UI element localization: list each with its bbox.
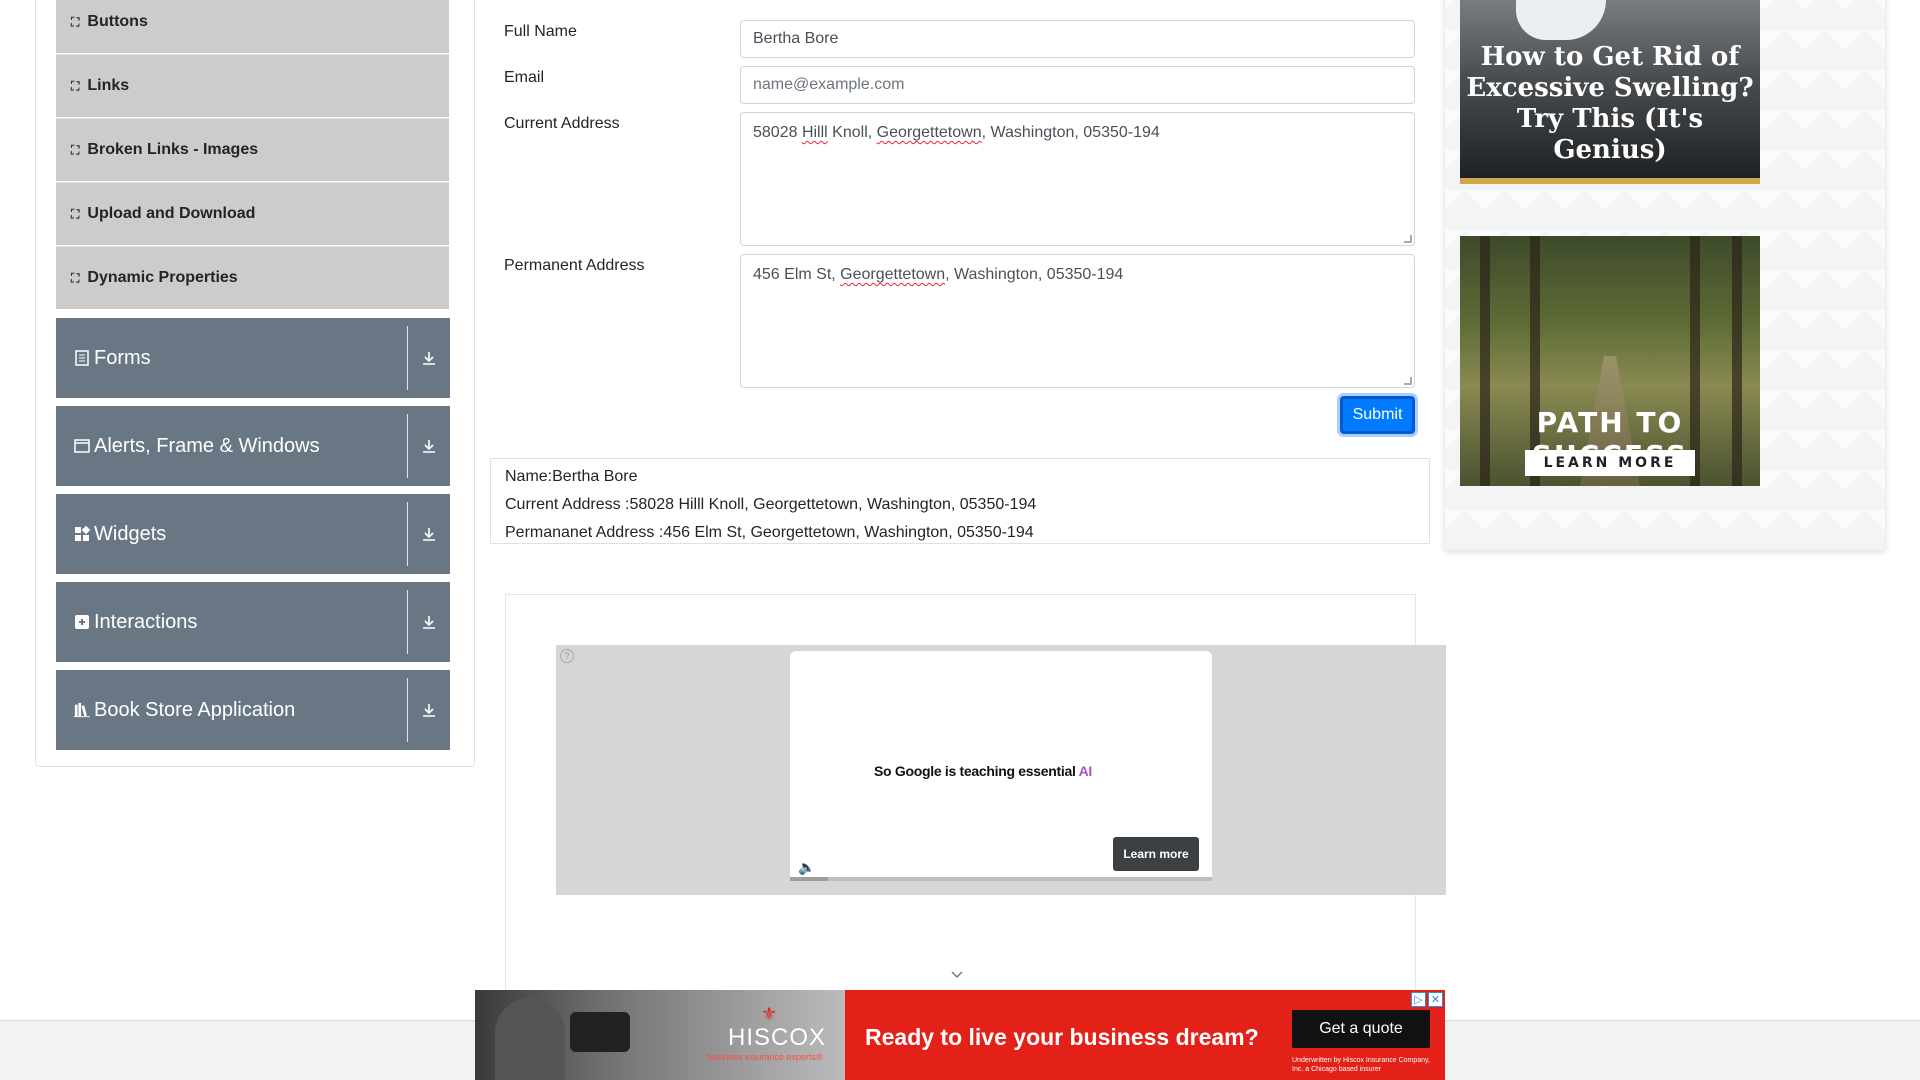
close-icon[interactable]: ✕ bbox=[1428, 992, 1443, 1007]
output-current-address: Current Address :58028 Hilll Knoll, Geor… bbox=[505, 496, 1037, 513]
get-quote-button[interactable]: Get a quote bbox=[1292, 1010, 1430, 1048]
resize-handle[interactable] bbox=[1404, 235, 1412, 243]
current-address-label: Current Address bbox=[504, 115, 620, 132]
forms-icon bbox=[74, 350, 90, 366]
output-permanent-address: Permananet Address :456 Elm St, Georgett… bbox=[505, 524, 1034, 541]
sidebar-group-forms[interactable]: Forms bbox=[56, 318, 450, 398]
chevron-down-icon[interactable] bbox=[950, 968, 964, 982]
window-icon bbox=[74, 438, 90, 454]
html5-icon: ⛶ bbox=[71, 206, 80, 221]
sidebar-group-label: Book Store Application bbox=[94, 698, 296, 721]
path-to-success-ad[interactable]: PATH TO SUCCESS LEARN MORE bbox=[1460, 236, 1760, 486]
ad-headline: Ready to live your business dream? bbox=[865, 1024, 1259, 1050]
sidebar-item-label: Links bbox=[87, 77, 130, 94]
hiscox-logo-icon: ⚜ bbox=[761, 1004, 778, 1024]
sidebar-item-dynamic-properties[interactable]: ⛶ Dynamic Properties bbox=[56, 246, 449, 309]
html5-icon: ⛶ bbox=[71, 270, 80, 285]
sidebar-group-book-store[interactable]: Book Store Application bbox=[56, 670, 450, 750]
output-name: Name:Bertha Bore bbox=[505, 468, 638, 485]
sidebar-group-interactions[interactable]: Interactions bbox=[56, 582, 450, 662]
ad-card[interactable]: So Google is teaching essential AI Learn… bbox=[790, 651, 1212, 881]
full-name-label: Full Name bbox=[504, 23, 577, 40]
ad-headline: So Google is teaching essential AI bbox=[874, 763, 1093, 779]
submit-button[interactable]: Submit bbox=[1340, 396, 1415, 434]
ad-image bbox=[495, 998, 565, 1080]
books-icon bbox=[74, 702, 90, 718]
resize-handle[interactable] bbox=[1404, 377, 1412, 385]
expand-arrow-icon[interactable] bbox=[408, 318, 450, 398]
widgets-icon bbox=[74, 526, 90, 542]
expand-arrow-icon[interactable] bbox=[408, 582, 450, 662]
sidebar-item-label: Dynamic Properties bbox=[87, 269, 238, 286]
sidebar-item-label: Broken Links - Images bbox=[87, 141, 259, 158]
sidebar-item-broken-links[interactable]: ⛶ Broken Links - Images bbox=[56, 118, 449, 181]
current-address-textarea[interactable]: 58028 Hilll Knoll, Georgettetown, Washin… bbox=[740, 112, 1415, 246]
sidebar-group-widgets[interactable]: Widgets bbox=[56, 494, 450, 574]
output-box: Name:Bertha Bore Current Address :58028 … bbox=[490, 458, 1430, 544]
learn-more-button[interactable]: LEARN MORE bbox=[1525, 450, 1695, 476]
full-name-input[interactable] bbox=[740, 20, 1415, 58]
expand-arrow-icon[interactable] bbox=[408, 406, 450, 486]
expand-arrow-icon[interactable] bbox=[408, 670, 450, 750]
video-progress-fill bbox=[790, 877, 828, 881]
ad-brand-tagline: business insurance experts® bbox=[707, 1052, 823, 1062]
permanent-address-label: Permanent Address bbox=[504, 257, 645, 274]
sidebar-item-label: Upload and Download bbox=[87, 205, 256, 222]
sidebar-group-label: Alerts, Frame & Windows bbox=[94, 434, 320, 457]
sidebar-group-alerts[interactable]: Alerts, Frame & Windows bbox=[56, 406, 450, 486]
sidebar-item-links[interactable]: ⛶ Links bbox=[56, 54, 449, 117]
learn-more-button[interactable]: Learn more bbox=[1113, 837, 1199, 871]
html5-icon: ⛶ bbox=[71, 142, 80, 157]
sidebar-group-label: Interactions bbox=[94, 610, 198, 633]
sidebar-item-upload-download[interactable]: ⛶ Upload and Download bbox=[56, 182, 449, 245]
ad-image bbox=[1516, 0, 1606, 40]
camera-icon bbox=[570, 1012, 630, 1052]
ad-brand: HISCOX bbox=[728, 1024, 827, 1051]
sidebar-item-buttons[interactable]: ⛶ Buttons bbox=[56, 0, 449, 53]
html5-icon: ⛶ bbox=[71, 78, 80, 93]
swelling-ad[interactable]: How to Get Rid of Excessive Swelling? Tr… bbox=[1460, 0, 1760, 184]
interactions-icon bbox=[74, 614, 90, 630]
email-input[interactable] bbox=[740, 66, 1415, 104]
adchoices-icon[interactable]: ▷ bbox=[1411, 992, 1426, 1007]
google-video-ad[interactable]: ? So Google is teaching essential AI Lea… bbox=[556, 645, 1446, 895]
sidebar-group-label: Widgets bbox=[94, 522, 167, 545]
permanent-address-textarea[interactable]: 456 Elm St, Georgettetown, Washington, 0… bbox=[740, 254, 1415, 388]
sidebar-item-label: Buttons bbox=[87, 13, 148, 30]
html5-icon: ⛶ bbox=[71, 14, 80, 29]
ad-fine-print: Underwritten by Hiscox Insurance Company… bbox=[1292, 1057, 1430, 1073]
ad-choices[interactable]: ▷ ✕ bbox=[1411, 992, 1443, 1007]
elements-submenu: ⛶ Buttons ⛶ Links ⛶ Broken Links - Image… bbox=[56, 0, 449, 310]
expand-arrow-icon[interactable] bbox=[408, 494, 450, 574]
video-progress-bar[interactable] bbox=[790, 877, 1212, 881]
ad-info-icon[interactable]: ? bbox=[560, 649, 574, 663]
ad-headline: How to Get Rid of Excessive Swelling? Tr… bbox=[1466, 42, 1754, 165]
hiscox-banner-ad[interactable]: ⚜ HISCOX business insurance experts® Rea… bbox=[475, 990, 1445, 1080]
sidebar-group-label: Forms bbox=[94, 346, 151, 369]
mute-icon[interactable]: 🔈 bbox=[798, 859, 815, 876]
email-label: Email bbox=[504, 69, 545, 86]
